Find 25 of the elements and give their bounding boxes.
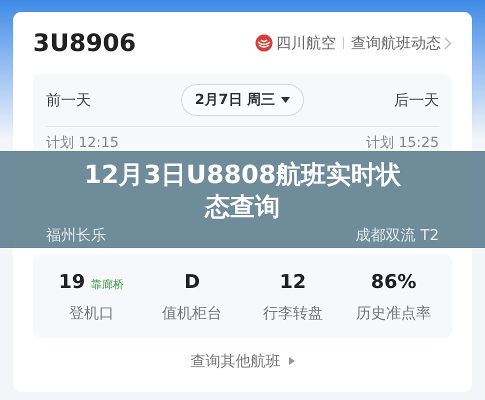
- stat-label: 历史准点率: [356, 303, 432, 324]
- departure-airport: 福州长乐: [46, 225, 106, 246]
- next-day-button[interactable]: 后一天: [394, 88, 439, 112]
- gate-tag: 靠廊桥: [91, 276, 124, 293]
- chevron-right-icon: [444, 36, 452, 50]
- airline-logo-icon: [255, 34, 273, 52]
- stat-label: 值机柜台: [162, 303, 222, 324]
- stat-label: 登机口: [68, 303, 114, 324]
- stat-label: 行李转盘: [262, 303, 323, 324]
- airline-name: 四川航空: [276, 32, 336, 54]
- caret-down-icon: [281, 97, 290, 103]
- stat-value: 19: [58, 270, 86, 294]
- stat-value: D: [184, 270, 200, 294]
- stat-value: 12: [280, 270, 306, 294]
- stat-value: 86%: [370, 270, 416, 294]
- more-flights-link[interactable]: 查询其他航班: [190, 350, 280, 372]
- departure-planned-time: 计划 12:15: [46, 134, 119, 153]
- flight-number: 3U8906: [33, 28, 136, 59]
- arrival-airport: 成都双流 T2: [356, 225, 439, 246]
- arrival-planned-time: 计划 15:25: [366, 134, 439, 153]
- previous-day-button[interactable]: 前一天: [46, 88, 91, 112]
- banner-title: 12月3日U8808航班实时状态查询: [82, 159, 402, 223]
- flight-status-link[interactable]: 查询航班动态: [351, 32, 441, 54]
- date-picker[interactable]: 2月7日 周三: [180, 84, 304, 116]
- caret-right-icon: [288, 357, 294, 366]
